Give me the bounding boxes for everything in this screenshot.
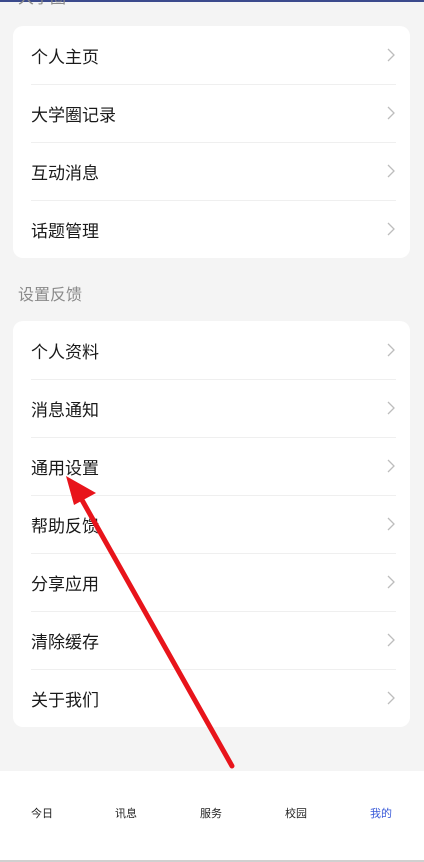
chevron-right-icon [387,343,395,357]
menu-item-label: 帮助反馈 [31,516,99,537]
bottom-tab-bar: 今日 讯息 服务 校园 我的 [0,771,424,862]
tab-today[interactable]: 今日 [31,805,53,821]
tab-mine[interactable]: 我的 [370,805,392,821]
menu-item-campus-records[interactable]: 大学圈记录 [13,84,410,142]
menu-item-label: 关于我们 [31,690,99,711]
menu-item-topic-management[interactable]: 话题管理 [13,200,410,258]
menu-item-share-app[interactable]: 分享应用 [13,553,410,611]
menu-item-notifications[interactable]: 消息通知 [13,379,410,437]
menu-item-profile[interactable]: 个人资料 [13,321,410,379]
chevron-right-icon [387,459,395,473]
menu-item-label: 消息通知 [31,400,99,421]
chevron-right-icon [387,222,395,236]
section-title-campus: 大学圈 [18,0,66,8]
menu-item-label: 通用设置 [31,458,99,479]
menu-item-label: 互动消息 [31,163,99,184]
menu-item-clear-cache[interactable]: 清除缓存 [13,611,410,669]
menu-item-label: 话题管理 [31,221,99,242]
chevron-right-icon [387,575,395,589]
campus-menu-card: 个人主页 大学圈记录 互动消息 话题管理 [13,26,410,258]
menu-item-label: 分享应用 [31,574,99,595]
menu-item-general-settings[interactable]: 通用设置 [13,437,410,495]
menu-item-label: 个人主页 [31,47,99,68]
menu-item-interaction-messages[interactable]: 互动消息 [13,142,410,200]
chevron-right-icon [387,633,395,647]
tab-news[interactable]: 讯息 [115,805,137,821]
menu-item-label: 清除缓存 [31,632,99,653]
chevron-right-icon [387,164,395,178]
menu-item-label: 大学圈记录 [31,105,116,126]
section-title-settings: 设置反馈 [18,285,83,304]
chevron-right-icon [387,517,395,531]
tab-services[interactable]: 服务 [200,805,222,821]
tab-campus[interactable]: 校园 [285,805,307,821]
menu-item-label: 个人资料 [31,342,99,363]
menu-item-help-feedback[interactable]: 帮助反馈 [13,495,410,553]
chevron-right-icon [387,691,395,705]
chevron-right-icon [387,48,395,62]
settings-menu-card: 个人资料 消息通知 通用设置 帮助反馈 分享应用 清除缓存 关于我们 [13,321,410,727]
menu-item-personal-homepage[interactable]: 个人主页 [13,26,410,84]
chevron-right-icon [387,401,395,415]
menu-item-about-us[interactable]: 关于我们 [13,669,410,727]
chevron-right-icon [387,106,395,120]
